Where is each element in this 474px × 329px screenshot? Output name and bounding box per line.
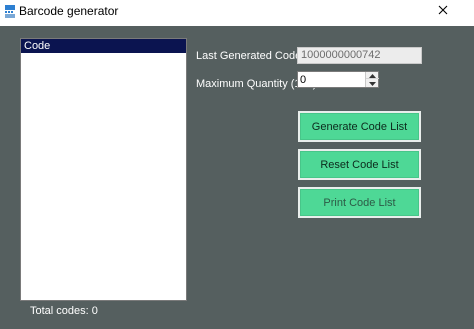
code-list-header[interactable]: Code: [21, 39, 186, 53]
reset-code-list-button[interactable]: Reset Code List: [298, 149, 421, 180]
last-code-label: Last Generated Code: [196, 50, 302, 62]
last-code-field: 1000000000742: [297, 47, 422, 64]
window-title: Barcode generator: [19, 4, 119, 18]
print-code-list-button[interactable]: Print Code List: [298, 187, 421, 218]
spin-down-button[interactable]: [366, 79, 379, 86]
app-icon: [4, 4, 16, 19]
code-list[interactable]: Code: [20, 38, 187, 301]
quantity-input[interactable]: [298, 72, 365, 87]
close-icon: [438, 5, 448, 18]
title-bar: Barcode generator: [0, 0, 474, 26]
form-client-area: Code Last Generated Code 1000000000742 M…: [0, 26, 474, 329]
quantity-stepper[interactable]: [297, 71, 379, 88]
close-button[interactable]: [428, 0, 458, 22]
generate-code-list-button[interactable]: Generate Code List: [298, 111, 421, 142]
total-codes-label: Total codes: 0: [30, 305, 98, 317]
spin-down-icon: [369, 77, 376, 89]
spin-buttons: [365, 72, 379, 87]
